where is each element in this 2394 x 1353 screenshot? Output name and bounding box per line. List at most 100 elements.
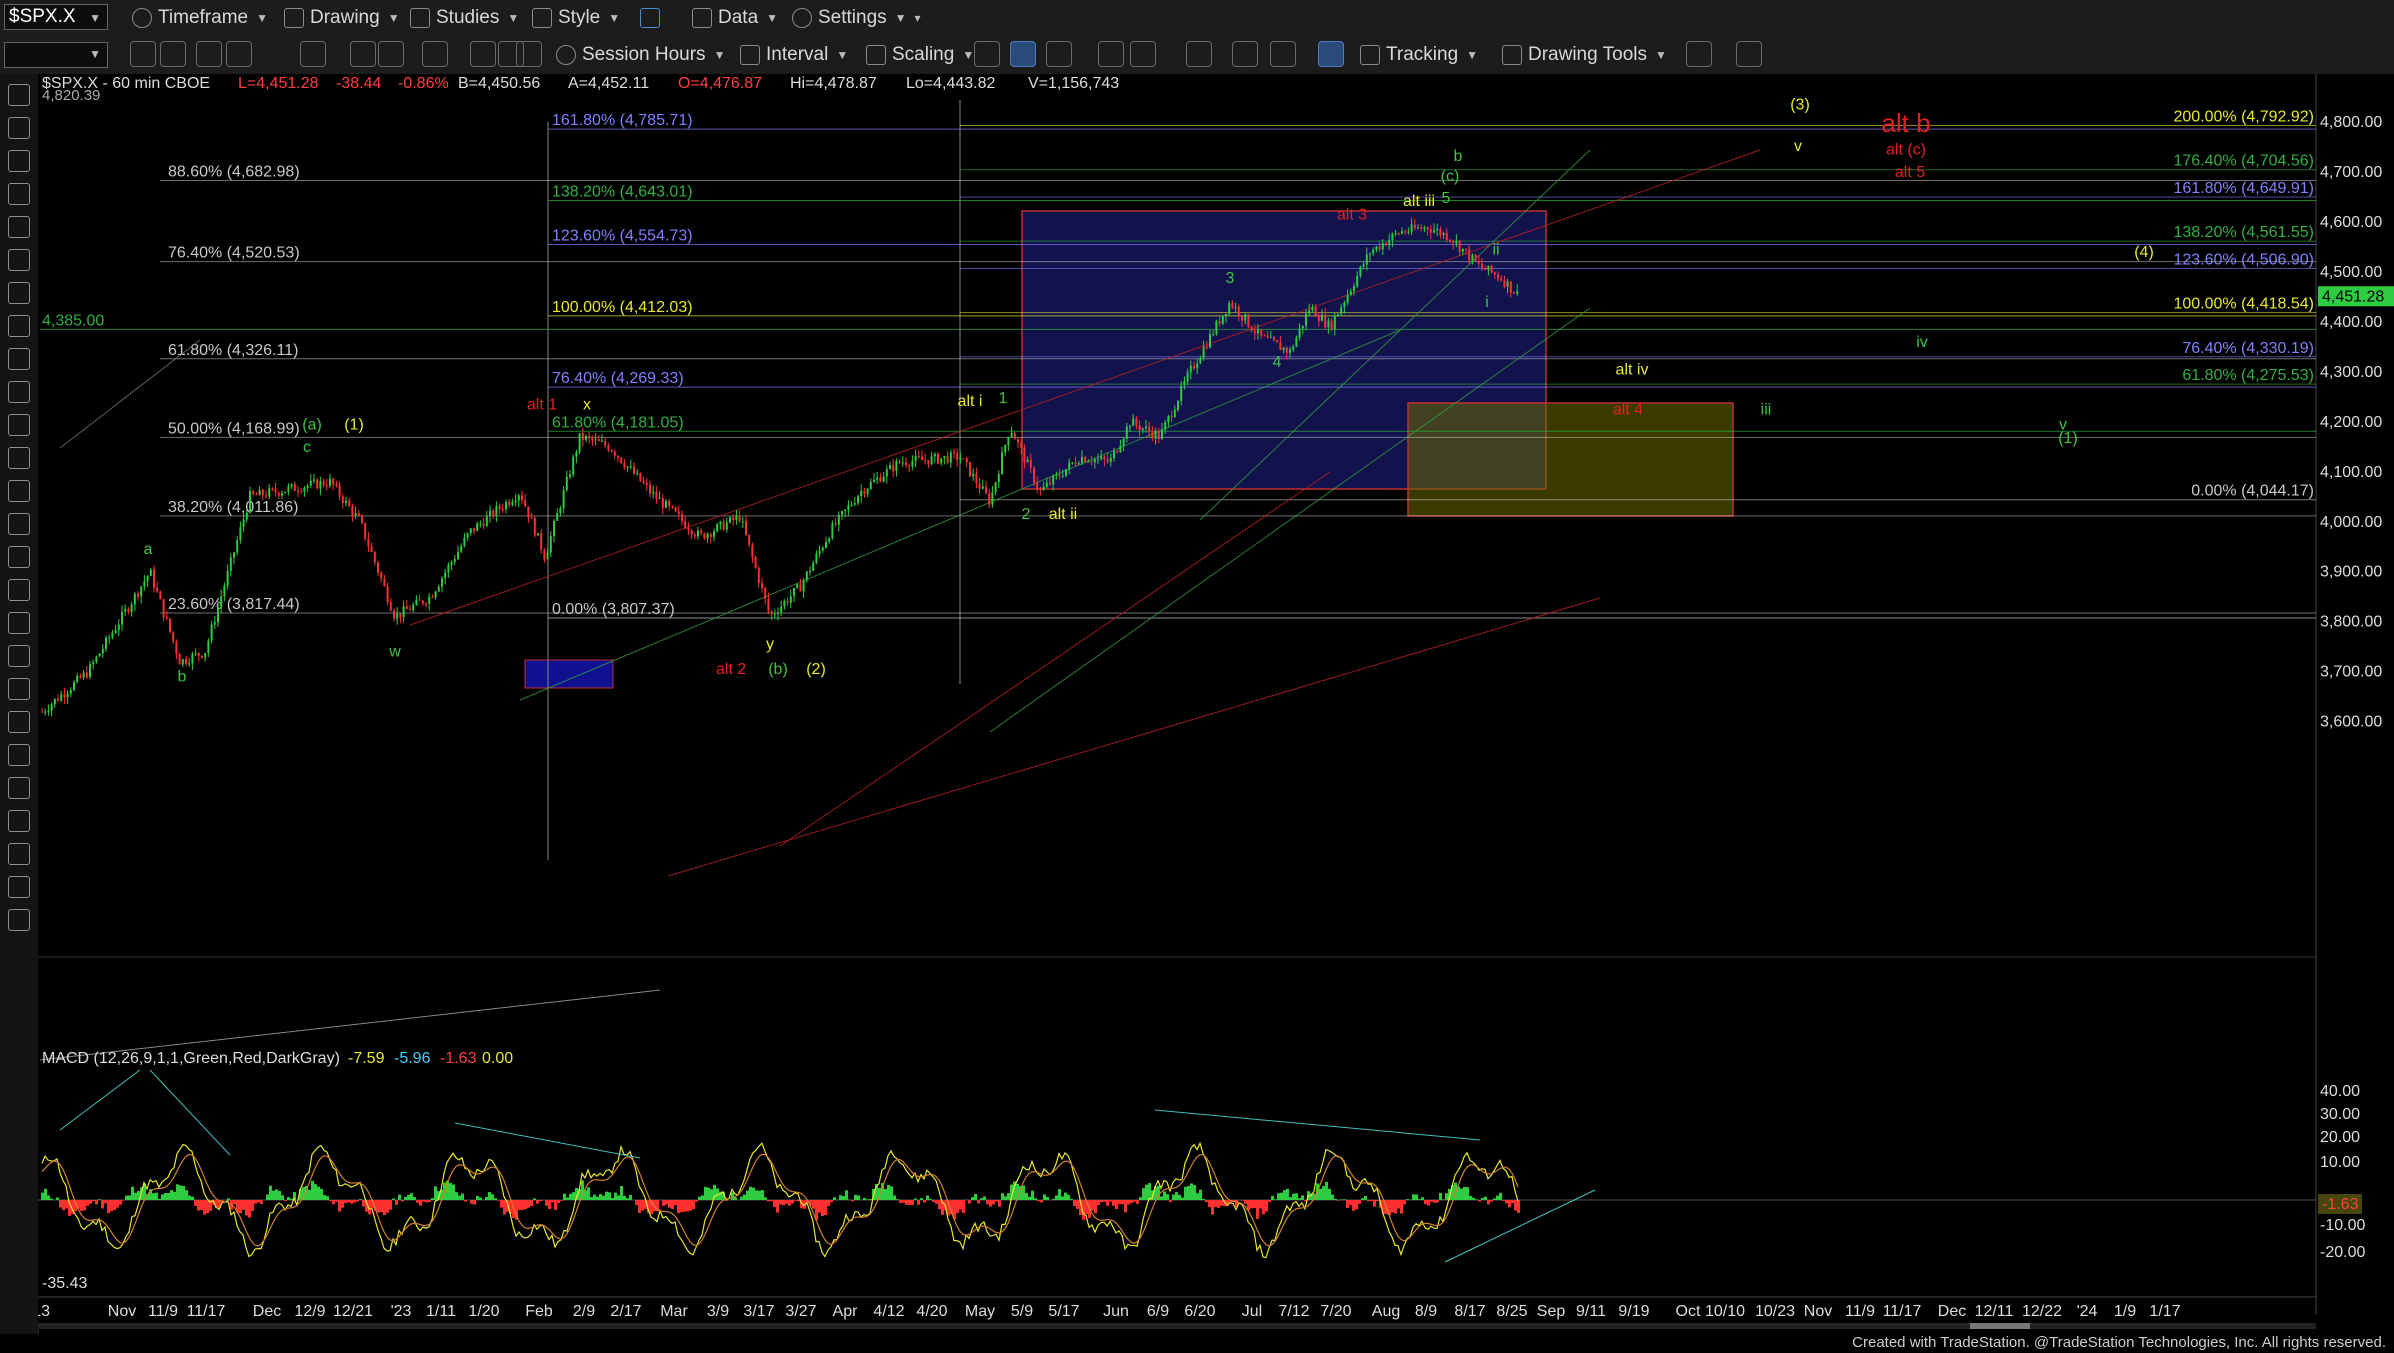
drawing-tools-menu[interactable]: Drawing Tools ▼ — [1502, 43, 1667, 67]
crosshair-icon[interactable] — [8, 117, 30, 139]
vertical-line-icon[interactable] — [8, 249, 30, 271]
time-axis-label: 1/20 — [468, 1303, 499, 1320]
macd-histogram-bar — [905, 1200, 908, 1205]
ray-icon[interactable] — [8, 183, 30, 205]
drawing-menu[interactable]: Drawing ▼ — [284, 6, 400, 30]
candle-chart-button[interactable] — [1010, 41, 1036, 67]
grid-button[interactable] — [1318, 41, 1344, 67]
hollow-candle-button[interactable] — [1046, 41, 1072, 67]
annotate-icon[interactable] — [8, 909, 30, 931]
price-bar-body — [306, 485, 309, 488]
speed-line-icon[interactable] — [8, 480, 30, 502]
bar-chart-button[interactable] — [974, 41, 1000, 67]
restore-button[interactable] — [300, 41, 326, 67]
split-icon[interactable] — [8, 843, 30, 865]
price-bar-body — [1365, 254, 1368, 265]
bar-interval-button[interactable] — [422, 41, 448, 67]
timeframe-menu[interactable]: Timeframe ▼ — [132, 6, 268, 30]
macd-scale-label: 30.00 — [2320, 1106, 2360, 1123]
fib-icon[interactable] — [8, 315, 30, 337]
rectangle-icon[interactable] — [8, 579, 30, 601]
export-button[interactable] — [1686, 41, 1712, 67]
price-bar-body — [1036, 482, 1039, 489]
price-bar-body — [1378, 246, 1381, 250]
symbol-link-button[interactable] — [196, 41, 222, 67]
chat-button[interactable] — [1736, 41, 1762, 67]
settings-menu[interactable]: Settings ▼ ▾ — [792, 6, 921, 30]
price-bar-body — [1173, 409, 1176, 418]
cursor-button[interactable] — [130, 41, 156, 67]
square-icon[interactable] — [8, 711, 30, 733]
horizontal-line-icon[interactable] — [8, 216, 30, 238]
macd-histogram-bar — [332, 1200, 335, 1205]
macd-histogram-bar — [1292, 1193, 1295, 1200]
data-menu[interactable]: Data ▼ — [692, 6, 778, 30]
price-bar-body — [76, 675, 79, 682]
symbol-input[interactable]: $SPX.X ▼ — [4, 4, 108, 30]
window-link-button[interactable] — [226, 41, 252, 67]
session-hours-menu[interactable]: Session Hours ▼ — [556, 43, 725, 67]
price-bar-body — [1052, 475, 1055, 485]
circle-icon[interactable] — [8, 678, 30, 700]
macd-histogram-bar — [923, 1200, 926, 1203]
chevron-down-icon[interactable]: ▼ — [89, 6, 101, 30]
interval-menu[interactable]: Interval ▼ — [740, 43, 848, 67]
alert-button[interactable] — [516, 41, 542, 67]
refresh-button[interactable] — [160, 41, 186, 67]
symbol-value: $SPX.X — [9, 6, 76, 27]
macd-histogram-bar — [1133, 1200, 1136, 1202]
macd-histogram-bar — [761, 1190, 764, 1200]
price-bar-body — [1186, 372, 1189, 382]
studies-menu[interactable]: Studies ▼ — [410, 6, 519, 30]
zoom-in-button[interactable] — [1232, 41, 1258, 67]
wave-label: 1 — [999, 390, 1008, 407]
text-icon[interactable] — [8, 744, 30, 766]
eraser-icon[interactable] — [8, 810, 30, 832]
macd-histogram-bar — [935, 1200, 938, 1204]
channel-icon[interactable] — [8, 282, 30, 304]
scaling-menu[interactable]: Scaling ▼ — [866, 43, 974, 67]
macd-histogram-bar — [1112, 1200, 1115, 1206]
interval-input[interactable]: ▼ — [4, 42, 108, 68]
ellipse-icon[interactable] — [8, 546, 30, 568]
reset-button[interactable] — [350, 41, 376, 67]
cycle-icon[interactable] — [8, 513, 30, 535]
macd-histogram-bar — [899, 1200, 902, 1203]
layout-button[interactable] — [640, 6, 666, 30]
arrow-down-icon[interactable] — [8, 645, 30, 667]
macd-histogram-bar — [854, 1194, 857, 1200]
wave-label: (4) — [2134, 244, 2154, 261]
wave-label: alt (c) — [1886, 141, 1926, 158]
macd-histogram-bar — [41, 1192, 44, 1200]
scrollbar-thumb[interactable] — [1970, 1323, 2030, 1329]
pointer-icon[interactable] — [8, 84, 30, 106]
price-chart[interactable]: 88.60% (4,682.98) 76.40% (4,520.53) 61.80%… — [38, 74, 2394, 1329]
scroll-left-button[interactable] — [1098, 41, 1124, 67]
regression-icon[interactable] — [8, 447, 30, 469]
style-menu[interactable]: Style ▼ — [532, 6, 620, 30]
zoom-out-button[interactable] — [1270, 41, 1296, 67]
scroll-right-button[interactable] — [1130, 41, 1156, 67]
overflow-icon[interactable]: ▾ — [915, 11, 921, 25]
macd-histogram-bar — [1397, 1200, 1400, 1209]
price-bar-body — [447, 564, 450, 573]
macd-histogram-bar — [425, 1200, 428, 1203]
price-bar-body — [351, 506, 354, 516]
arrow-up-icon[interactable] — [8, 612, 30, 634]
macd-histogram-bar — [110, 1200, 113, 1212]
macd-histogram-bar — [824, 1200, 827, 1216]
price-bar-body — [1445, 232, 1448, 240]
gann-icon[interactable] — [8, 414, 30, 436]
macd-histogram-bar — [743, 1194, 746, 1200]
split-button[interactable] — [1186, 41, 1212, 67]
paint-icon[interactable] — [8, 876, 30, 898]
arc-icon[interactable] — [8, 381, 30, 403]
macd-histogram-bar — [1241, 1200, 1244, 1201]
pitchfork-icon[interactable] — [8, 348, 30, 370]
pattern-icon[interactable] — [8, 777, 30, 799]
tracking-menu[interactable]: Tracking ▼ — [1360, 43, 1478, 67]
indicator-button[interactable] — [470, 41, 496, 67]
trend-line-icon[interactable] — [8, 150, 30, 172]
lock-button[interactable] — [378, 41, 404, 67]
price-bar-body — [1481, 263, 1483, 269]
